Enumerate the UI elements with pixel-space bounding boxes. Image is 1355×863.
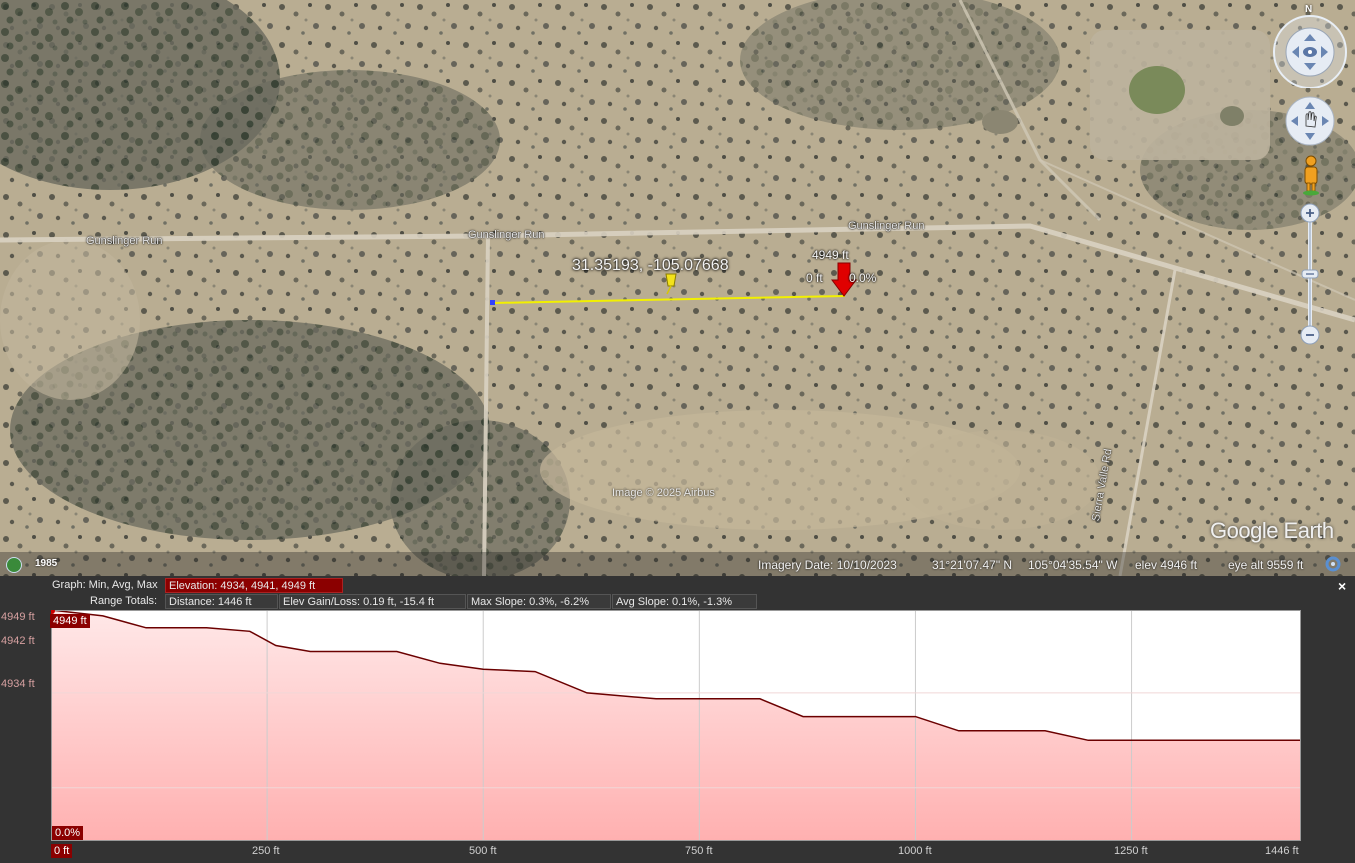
- placemark-coordinate-label: 31.35193, -105.07668: [572, 257, 729, 274]
- distance-stat[interactable]: Distance: 1446 ft: [165, 594, 278, 609]
- avg-slope-stat[interactable]: Avg Slope: 0.1%, -1.3%: [612, 594, 757, 609]
- range-totals-label: Range Totals:: [90, 595, 158, 607]
- compass-icon[interactable]: [1272, 8, 1348, 89]
- imagery-date: Imagery Date: 10/10/2023: [758, 558, 897, 572]
- longitude-readout: 105°04'35.54" W: [1028, 558, 1118, 572]
- move-control[interactable]: [1285, 96, 1335, 146]
- chart-slope-badge: 0.0%: [52, 826, 84, 840]
- historical-imagery-year[interactable]: 1985: [35, 558, 57, 569]
- close-profile-button[interactable]: ×: [1338, 578, 1346, 594]
- zoom-out-icon[interactable]: [1300, 325, 1320, 345]
- imagery-credit: Image © 2025 Airbus: [612, 487, 715, 499]
- graph-label: Graph: Min, Avg, Max: [52, 579, 158, 591]
- marker-distance-label: 0 ft: [806, 271, 823, 285]
- x-tick-label: 1446 ft: [1265, 845, 1299, 857]
- x-tick-label: 750 ft: [685, 845, 713, 857]
- street-view-pegman-icon[interactable]: [1299, 154, 1323, 196]
- marker-slope-label: 0.0%: [849, 271, 877, 285]
- x-tick-label: 1250 ft: [1114, 845, 1148, 857]
- google-earth-logo: Google Earth: [1210, 518, 1334, 543]
- y-tick-label: 4942 ft: [1, 635, 35, 647]
- max-slope-stat[interactable]: Max Slope: 0.3%, -6.2%: [467, 594, 611, 609]
- zoom-slider[interactable]: [1298, 202, 1322, 348]
- y-tick-label: 4949 ft: [1, 611, 35, 623]
- elev-gain-loss-stat[interactable]: Elev Gain/Loss: 0.19 ft, -15.4 ft: [279, 594, 466, 609]
- compass-north-label: N: [1305, 4, 1313, 15]
- y-tick-label: 4934 ft: [1, 678, 35, 690]
- road-label: Gunslinger Run: [86, 235, 163, 247]
- zoom-in-icon[interactable]: [1300, 203, 1320, 223]
- eye-altitude-readout: eye alt 9559 ft: [1228, 558, 1304, 572]
- street-view-control[interactable]: [1299, 154, 1323, 196]
- chart-elevation-badge: 4949 ft: [50, 614, 90, 628]
- elevation-stats[interactable]: Elevation: 4934, 4941, 4949 ft: [165, 578, 343, 593]
- move-joystick-icon[interactable]: [1285, 96, 1335, 146]
- history-clock-icon[interactable]: [6, 557, 22, 573]
- x-tick-label: 1000 ft: [898, 845, 932, 857]
- x-tick-label: 500 ft: [469, 845, 497, 857]
- x-tick-label: 250 ft: [252, 845, 280, 857]
- compass-control[interactable]: N: [1272, 4, 1348, 89]
- road-label: Gunslinger Run: [848, 220, 925, 232]
- x-tick-label: 0 ft: [51, 844, 73, 858]
- map-view[interactable]: Gunslinger Run Gunslinger Run Gunslinger…: [0, 0, 1355, 576]
- elevation-profile-chart[interactable]: [51, 610, 1301, 841]
- road-label: Gunslinger Run: [468, 229, 545, 241]
- latitude-readout: 31°21'07.47" N: [932, 558, 1013, 572]
- elevation-readout: elev 4946 ft: [1135, 558, 1198, 572]
- loading-icon: [1325, 556, 1341, 572]
- marker-elevation-label: 4949 ft: [812, 248, 849, 262]
